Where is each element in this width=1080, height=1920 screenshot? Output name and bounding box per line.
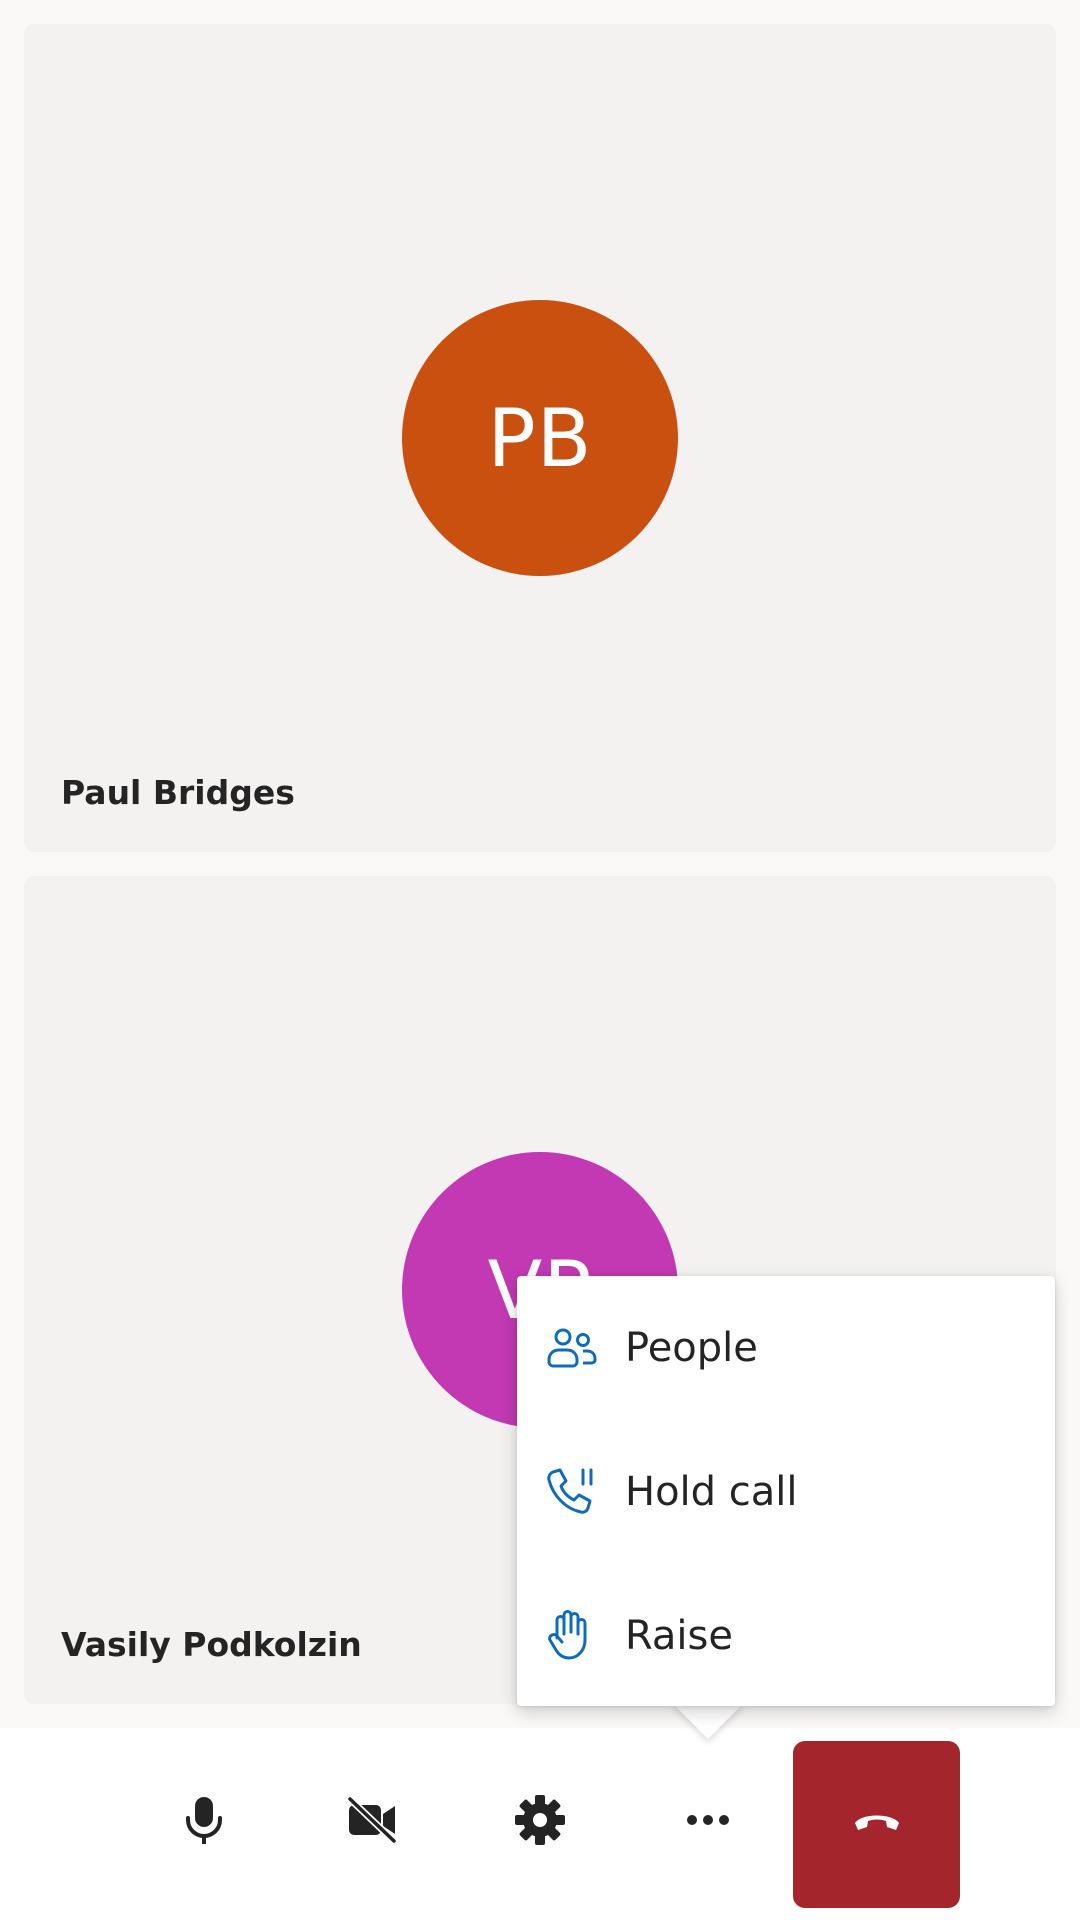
participant-tile-paul-bridges: PB Paul Bridges xyxy=(24,24,1056,852)
microphone-icon xyxy=(184,1796,224,1844)
camera-off-icon xyxy=(346,1797,398,1843)
avatar: PB xyxy=(402,300,678,576)
people-icon xyxy=(543,1320,599,1376)
participant-name: Paul Bridges xyxy=(61,773,295,812)
menu-item-raise-hand[interactable]: Raise xyxy=(517,1564,1055,1708)
avatar-initials: PB xyxy=(487,391,593,485)
menu-pointer xyxy=(672,1703,744,1739)
menu-item-label: People xyxy=(625,1325,758,1371)
microphone-button[interactable] xyxy=(144,1760,264,1880)
raise-hand-icon xyxy=(543,1608,599,1664)
menu-item-label: Raise xyxy=(625,1613,733,1659)
settings-button[interactable] xyxy=(480,1760,600,1880)
menu-item-label: Hold call xyxy=(625,1469,798,1515)
more-options-button[interactable] xyxy=(648,1760,768,1880)
end-call-button[interactable] xyxy=(793,1741,960,1908)
gear-icon xyxy=(514,1794,566,1846)
more-options-menu: People Hold call Raise xyxy=(517,1276,1055,1706)
hang-up-icon xyxy=(852,1811,902,1838)
more-options-icon xyxy=(686,1814,730,1826)
participant-name: Vasily Podkolzin xyxy=(61,1625,362,1664)
menu-item-hold-call[interactable]: Hold call xyxy=(517,1420,1055,1564)
hold-call-icon xyxy=(543,1464,599,1520)
camera-toggle-button[interactable] xyxy=(312,1760,432,1880)
menu-item-people[interactable]: People xyxy=(517,1276,1055,1420)
